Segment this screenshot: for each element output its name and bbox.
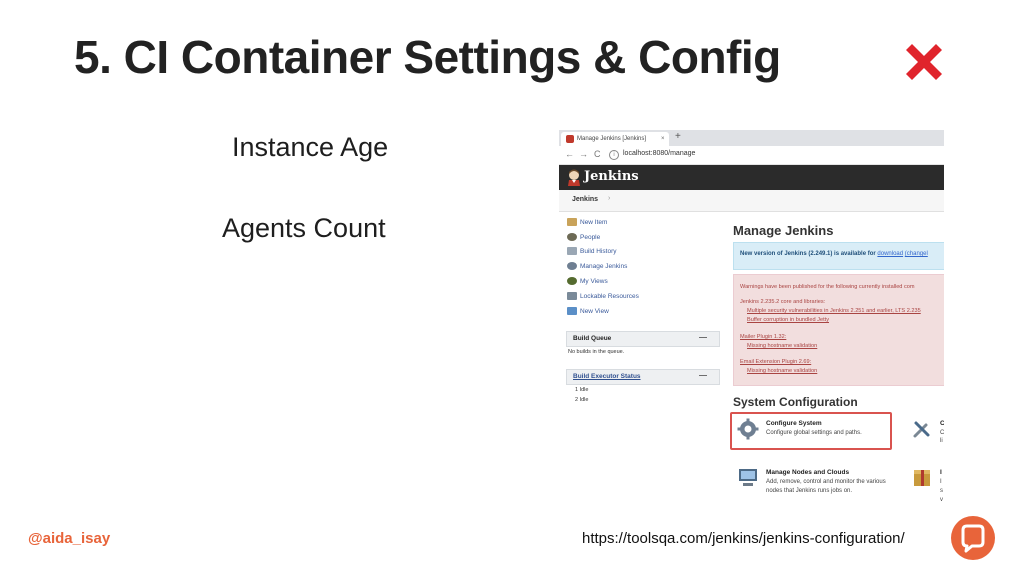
source-link[interactable]: https://toolsqa.com/jenkins/jenkins-conf… xyxy=(582,530,905,547)
warnings-intro: Warnings have been published for the fol… xyxy=(740,284,915,290)
browser-tab[interactable]: Manage Jenkins [Jenkins] × xyxy=(561,132,669,146)
warning-mailer-label[interactable]: Mailer Plugin 1.32: xyxy=(740,334,786,340)
sidebar-label: New Item xyxy=(580,219,608,226)
new-tab-button[interactable]: + xyxy=(675,131,681,142)
bullet-instance-age: Instance Age xyxy=(232,132,389,162)
manage-nodes-desc: nodes that Jenkins runs jobs on. xyxy=(766,488,853,494)
system-configuration-title: System Configuration xyxy=(733,395,858,409)
collapse-icon[interactable]: — xyxy=(699,331,707,345)
gear-icon[interactable] xyxy=(737,418,759,440)
sidebar-item-new-view[interactable]: New View xyxy=(567,306,609,318)
notepad-icon xyxy=(567,247,577,256)
people-icon xyxy=(567,233,577,242)
warning-core-label: Jenkins 2.235.2 core and libraries: xyxy=(740,299,826,305)
sidebar-item-lockable-resources[interactable]: Lockable Resources xyxy=(567,291,639,303)
cross-mark-icon xyxy=(906,44,942,80)
jenkins-screenshot: Manage Jenkins [Jenkins] × + ← → C i loc… xyxy=(559,130,944,510)
user-icon xyxy=(567,277,577,286)
site-info-icon[interactable]: i xyxy=(609,150,619,160)
manage-nodes-link[interactable]: Manage Nodes and Clouds xyxy=(766,469,849,476)
plugins-desc: I xyxy=(940,479,942,485)
folder-icon xyxy=(567,307,577,316)
author-handle: @aida_isay xyxy=(28,530,111,547)
sidebar-label: People xyxy=(580,234,601,241)
warning-jetty-link[interactable]: Buffer corruption in bundled Jetty xyxy=(747,317,829,323)
update-info-alert: New version of Jenkins (2.249.1) is avai… xyxy=(733,242,944,270)
page-title: Manage Jenkins xyxy=(733,223,834,238)
tab-close-icon[interactable]: × xyxy=(661,132,665,146)
gear-icon xyxy=(567,262,577,271)
breadcrumb: Jenkins › xyxy=(559,190,944,212)
lock-icon xyxy=(567,292,577,301)
build-queue-empty: No builds in the queue. xyxy=(568,349,625,355)
build-queue-title: Build Queue xyxy=(573,335,612,342)
update-info-text: New version of Jenkins (2.249.1) is avai… xyxy=(740,251,876,257)
sidebar-label: Build History xyxy=(580,248,617,255)
security-warnings-alert: Warnings have been published for the fol… xyxy=(733,274,944,386)
executor-status-header[interactable]: Build Executor Status — xyxy=(566,369,720,385)
plugin-box-icon[interactable] xyxy=(912,468,932,488)
sidebar-item-new-item[interactable]: New Item xyxy=(567,217,607,229)
sidebar-label: Lockable Resources xyxy=(580,293,639,300)
changelog-link[interactable]: (changel xyxy=(905,251,928,257)
executor-row: 2 Idle xyxy=(575,397,589,403)
warning-core-link[interactable]: Multiple security vulnerabilities in Jen… xyxy=(747,308,921,314)
warning-email-link[interactable]: Missing hostname validation xyxy=(747,368,817,374)
folder-icon xyxy=(567,218,577,227)
build-queue-header[interactable]: Build Queue — xyxy=(566,331,720,347)
configure-system-desc: Configure global settings and paths. xyxy=(766,430,862,436)
download-link[interactable]: download xyxy=(877,251,903,257)
plugins-desc: v xyxy=(940,497,943,503)
global-tools-title[interactable]: C xyxy=(940,420,944,427)
breadcrumb-jenkins[interactable]: Jenkins xyxy=(572,196,598,203)
reload-icon[interactable]: C xyxy=(594,149,601,159)
address-bar: ← → C i localhost:8080/manage xyxy=(559,146,944,165)
plugins-title[interactable]: I xyxy=(940,469,942,476)
configure-system-link[interactable]: Configure System xyxy=(766,420,822,427)
jenkins-app-title[interactable]: Jenkins xyxy=(584,169,639,184)
computer-icon[interactable] xyxy=(737,468,759,488)
slide-title: 5. CI Container Settings & Config xyxy=(74,31,781,83)
brand-logo-icon xyxy=(951,516,995,560)
executor-status-title[interactable]: Build Executor Status xyxy=(573,370,641,384)
bullet-agents-count: Agents Count xyxy=(222,213,386,243)
sidebar-item-build-history[interactable]: Build History xyxy=(567,246,616,258)
sidebar-label: Manage Jenkins xyxy=(580,263,628,270)
sidebar-item-people[interactable]: People xyxy=(567,232,600,244)
back-arrow-icon[interactable]: ← xyxy=(565,149,574,159)
sidebar-label: My Views xyxy=(580,278,608,285)
breadcrumb-chevron-icon[interactable]: › xyxy=(608,195,610,202)
jenkins-butler-icon[interactable] xyxy=(566,169,582,186)
executor-row: 1 Idle xyxy=(575,387,589,393)
manage-nodes-desc: Add, remove, control and monitor the var… xyxy=(766,479,886,485)
sidebar-item-manage-jenkins[interactable]: Manage Jenkins xyxy=(567,261,627,273)
warning-email-label[interactable]: Email Extension Plugin 2.69: xyxy=(740,359,811,365)
tools-icon[interactable] xyxy=(912,419,932,439)
forward-arrow-icon[interactable]: → xyxy=(579,149,588,159)
jenkins-header: Jenkins xyxy=(559,165,944,190)
plugins-desc: s xyxy=(940,488,943,494)
sidebar-label: New View xyxy=(580,308,609,315)
tab-title: Manage Jenkins [Jenkins] xyxy=(577,136,647,142)
warning-mailer-link[interactable]: Missing hostname validation xyxy=(747,343,817,349)
global-tools-desc: li xyxy=(940,438,943,444)
sidebar-item-my-views[interactable]: My Views xyxy=(567,276,608,288)
url-input[interactable]: localhost:8080/manage xyxy=(623,150,695,157)
browser-tabbar: Manage Jenkins [Jenkins] × + xyxy=(559,130,944,146)
jenkins-favicon-icon xyxy=(566,135,574,143)
collapse-icon[interactable]: — xyxy=(699,369,707,383)
